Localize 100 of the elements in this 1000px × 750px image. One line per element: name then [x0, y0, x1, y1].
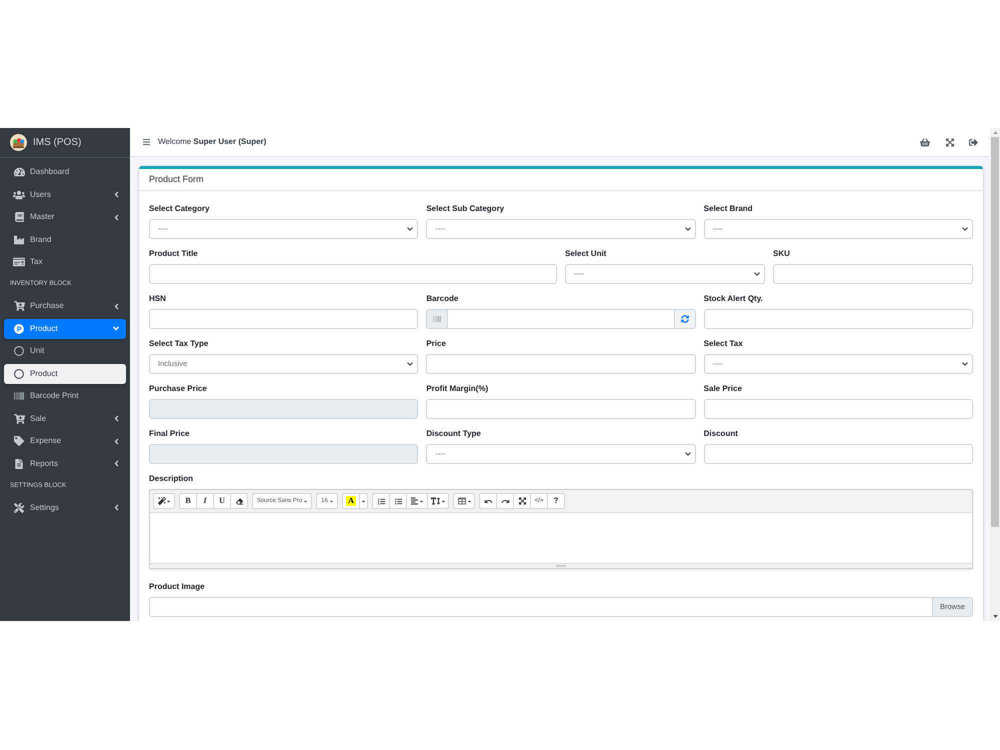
font-color-button[interactable]: A: [342, 493, 360, 509]
expand-icon: [518, 497, 526, 505]
input-field[interactable]: [426, 354, 696, 374]
sidebar-item[interactable]: Expense: [4, 431, 126, 451]
input-field[interactable]: [447, 309, 675, 329]
chevron-down-icon: [962, 362, 968, 366]
field-label: Select Sub Category: [426, 204, 506, 214]
logo-icon: [10, 134, 27, 151]
chevron-down-icon: [684, 227, 691, 231]
undo-button[interactable]: [479, 493, 497, 509]
paragraph-dropdown[interactable]: [406, 493, 428, 509]
factory-icon: [14, 234, 24, 244]
file-input-field[interactable]: [149, 597, 933, 617]
sidebar-item[interactable]: Product: [4, 364, 126, 384]
caret-icon: [468, 498, 470, 504]
scrollbar-track[interactable]: [990, 128, 1000, 621]
field-label: Final Price: [149, 429, 190, 439]
barcode-icon: [14, 391, 24, 401]
redo-button[interactable]: [496, 493, 514, 509]
style-button[interactable]: [153, 493, 175, 509]
sidebar-item[interactable]: Brand: [4, 230, 126, 250]
fullscreen-icon[interactable]: [946, 138, 954, 146]
letter-p-icon: [14, 324, 24, 334]
field-label: Select Unit: [565, 249, 608, 259]
chevron-down-icon: [684, 452, 691, 456]
scroll-up-icon[interactable]: [992, 131, 998, 134]
field-label: Price: [426, 339, 447, 349]
cart-plus-icon: [14, 414, 24, 424]
magic-wand-icon: [158, 497, 166, 505]
table-icon: [458, 497, 466, 505]
sidebar-item[interactable]: Reports: [4, 454, 126, 474]
sidebar-item[interactable]: Settings: [4, 498, 126, 518]
resize-bar[interactable]: [150, 563, 972, 568]
basket-icon[interactable]: [920, 138, 930, 146]
field-label: Select Category: [149, 204, 210, 214]
field-label: Description: [149, 474, 194, 484]
barcode-icon: [433, 315, 442, 323]
input-field[interactable]: [704, 399, 973, 419]
welcome-text: Welcome Super User (Super): [158, 136, 266, 148]
eraser-icon: [236, 498, 242, 504]
field-label: Stock Alert Qty.: [704, 294, 764, 304]
sidebar-item[interactable]: Tax: [4, 252, 126, 272]
fullscreen-button[interactable]: [513, 493, 531, 509]
redo-icon: [500, 496, 510, 506]
field-label: Sale Price: [704, 384, 743, 394]
bold-button[interactable]: B: [179, 493, 197, 509]
align-left-icon: [411, 497, 418, 505]
chevron-down-icon: [754, 272, 760, 276]
card-icon: [13, 257, 25, 267]
field-label: Discount Type: [426, 429, 482, 439]
chevron-down-icon: [407, 362, 414, 366]
input-field[interactable]: [149, 264, 557, 284]
scroll-down-icon[interactable]: [992, 615, 998, 618]
input-field[interactable]: [704, 444, 973, 464]
field-label: Discount: [704, 429, 739, 439]
book-icon: [14, 212, 24, 222]
italic-button[interactable]: I: [196, 493, 214, 509]
gauge-icon: [14, 167, 24, 177]
field-label: Product Image: [149, 582, 206, 592]
field-label: Select Tax Type: [149, 339, 210, 349]
bullet-list-icon: [394, 498, 402, 504]
unordered-list-button[interactable]: [389, 493, 407, 509]
sidebar-item[interactable]: Users: [4, 184, 126, 204]
sidebar-item[interactable]: Product: [4, 318, 126, 338]
brand-name: IMS (POS): [33, 136, 82, 150]
chevron-down-icon: [407, 227, 414, 231]
refresh-button[interactable]: [674, 309, 696, 329]
tag-icon: [14, 436, 24, 446]
underline-button[interactable]: U: [213, 493, 231, 509]
scrollbar-thumb[interactable]: [991, 137, 999, 527]
field-label: Select Brand: [704, 204, 754, 214]
table-dropdown[interactable]: [453, 493, 475, 509]
field-label: Product Title: [149, 249, 199, 259]
file-icon: [15, 458, 23, 468]
input-field[interactable]: [773, 264, 973, 284]
sidebar-item[interactable]: Dashboard: [4, 162, 126, 182]
sidebar-item[interactable]: Master: [4, 207, 126, 227]
menu-icon[interactable]: [143, 138, 150, 146]
chevron-down-icon: [962, 227, 968, 231]
caret-icon: [167, 498, 170, 504]
help-button[interactable]: ?: [547, 493, 565, 509]
numbered-list-icon: [378, 498, 384, 504]
sidebar-item[interactable]: Unit: [4, 341, 126, 361]
clear-format-button[interactable]: [230, 493, 248, 509]
refresh-icon: [680, 315, 689, 323]
logout-icon[interactable]: [969, 138, 978, 146]
input-field[interactable]: [704, 309, 973, 329]
text-height-icon: [431, 497, 440, 505]
users-icon: [13, 190, 25, 200]
color-dropdown-button[interactable]: [359, 493, 368, 509]
input-field[interactable]: [426, 399, 696, 419]
sidebar-item[interactable]: Purchase: [4, 296, 126, 316]
sidebar-item[interactable]: Barcode Print: [4, 386, 126, 406]
sidebar-item[interactable]: Sale: [4, 408, 126, 428]
line-height-dropdown[interactable]: [427, 493, 449, 509]
input-field[interactable]: [149, 309, 418, 329]
cart-plus-icon: [14, 301, 24, 311]
field-label: Profit Margin(%): [426, 384, 490, 394]
ordered-list-button[interactable]: [372, 493, 390, 509]
field-label: SKU: [773, 249, 791, 259]
